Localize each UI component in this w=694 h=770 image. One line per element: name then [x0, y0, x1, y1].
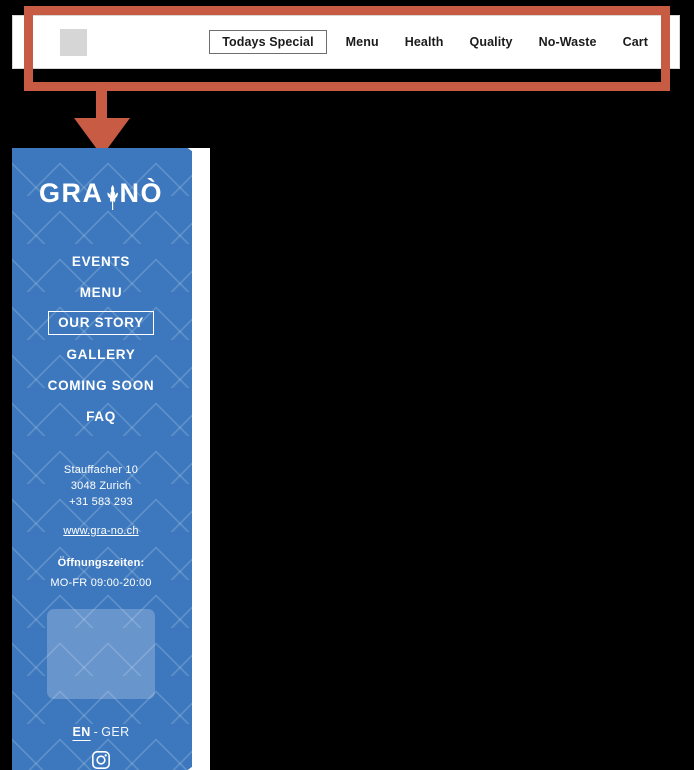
- sidebar-panel: GRA NÒ EVENTS MENU OUR STORY GALLERY COM…: [12, 148, 210, 770]
- topnav-item-todays-special[interactable]: Todays Special: [209, 30, 327, 54]
- top-nav-links: Todays Special Menu Health Quality No-Wa…: [209, 30, 661, 54]
- language-switcher: EN - GER: [72, 725, 129, 739]
- contact-city: 3048 Zurich: [70, 480, 132, 492]
- sidebar-item-gallery[interactable]: GALLERY: [67, 339, 136, 370]
- contact-street: Stauffacher 10: [63, 464, 139, 476]
- contact-phone: +31 583 293: [69, 496, 133, 508]
- sidebar-logo[interactable]: GRA NÒ: [39, 176, 163, 210]
- sidebar-contact-block: Stauffacher 10 3048 Zurich +31 583 293 w…: [50, 462, 151, 591]
- brand-logo-placeholder[interactable]: [60, 28, 87, 56]
- sidebar-content: GRA NÒ EVENTS MENU OUR STORY GALLERY COM…: [12, 148, 190, 770]
- topnav-item-no-waste[interactable]: No-Waste: [526, 31, 610, 53]
- topnav-item-cart[interactable]: Cart: [610, 31, 661, 53]
- sidebar-item-menu[interactable]: MENU: [80, 277, 123, 308]
- logo-text-after: NÒ: [119, 178, 163, 208]
- topnav-item-quality[interactable]: Quality: [457, 31, 526, 53]
- sidebar-social-links: [91, 750, 111, 770]
- topnav-item-health[interactable]: Health: [392, 31, 457, 53]
- language-separator: -: [93, 725, 99, 739]
- language-option-ger[interactable]: GER: [101, 725, 129, 739]
- logo-text-before: GRA: [39, 178, 104, 208]
- sidebar-item-faq[interactable]: FAQ: [86, 401, 116, 432]
- wheat-stalk-icon: [106, 185, 118, 210]
- sidebar-nav-links: EVENTS MENU OUR STORY GALLERY COMING SOO…: [12, 246, 190, 432]
- opening-hours-value: MO-FR 09:00-20:00: [50, 577, 152, 589]
- sidebar-item-our-story[interactable]: OUR STORY: [48, 311, 154, 335]
- sidebar-item-coming-soon[interactable]: COMING SOON: [48, 370, 155, 401]
- screenshot-canvas: Todays Special Menu Health Quality No-Wa…: [0, 0, 694, 770]
- language-option-en[interactable]: EN: [72, 725, 90, 739]
- top-navigation-bar: Todays Special Menu Health Quality No-Wa…: [12, 15, 680, 69]
- sidebar-item-events[interactable]: EVENTS: [72, 246, 130, 277]
- topnav-item-menu[interactable]: Menu: [333, 31, 392, 53]
- sidebar-image-placeholder[interactable]: [47, 609, 155, 699]
- instagram-icon[interactable]: [91, 750, 111, 770]
- contact-website-link[interactable]: www.gra-no.ch: [63, 523, 138, 539]
- opening-hours-title: Öffnungszeiten:: [57, 557, 145, 569]
